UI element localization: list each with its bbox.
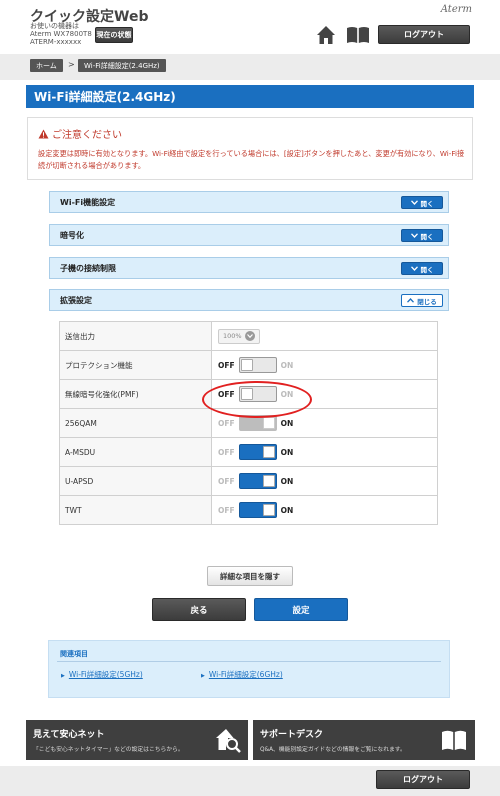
setting-label: TWT: [59, 495, 212, 525]
setting-label: U-APSD: [59, 466, 212, 496]
back-button[interactable]: 戻る: [152, 598, 246, 621]
setting-label: 256QAM: [59, 408, 212, 438]
open-button[interactable]: 開く: [401, 262, 443, 275]
uapsd-toggle[interactable]: OFF ON: [218, 473, 293, 489]
setting-label: プロテクション機能: [59, 350, 212, 380]
brand-logo: Aterm: [440, 4, 472, 15]
logout-button-top[interactable]: ログアウト: [378, 25, 470, 44]
caution-box: ご注意ください 設定変更は即時に有効となります。Wi-Fi経由で設定を行っている…: [27, 117, 473, 180]
breadcrumb-separator: >: [68, 60, 75, 69]
arrow-right-icon: ▶: [61, 673, 65, 679]
arrow-right-icon: ▶: [201, 673, 205, 679]
logout-button-bottom[interactable]: ログアウト: [376, 770, 470, 789]
banner-mieteanshin[interactable]: 見えて安心ネット 「こども安心ネットタイマー」などの設定はこちらから。: [26, 720, 248, 760]
warning-icon: [38, 129, 49, 138]
caution-text: 設定変更は即時に有効となります。Wi-Fi経由で設定を行っている場合には、[設定…: [38, 149, 465, 170]
home-icon[interactable]: [316, 25, 336, 45]
table-row: プロテクション機能 OFF ON: [59, 350, 438, 380]
extended-settings-table: 送信出力 100% プロテクション機能 OFF ON 無線暗号化強化(PMF) …: [59, 321, 438, 525]
protection-toggle[interactable]: OFF ON: [218, 357, 293, 373]
chevron-down-icon: [244, 331, 255, 341]
manual-book-icon[interactable]: [346, 26, 370, 44]
section-encryption[interactable]: 暗号化 開く: [49, 224, 449, 246]
toggle-switch[interactable]: [238, 473, 277, 489]
breadcrumb-home[interactable]: ホーム: [30, 59, 63, 72]
related-heading: 関連項目: [60, 650, 88, 658]
toggle-switch[interactable]: [238, 502, 277, 518]
chevron-down-icon: [410, 233, 418, 238]
book-icon: [442, 730, 466, 750]
breadcrumb-current: Wi-Fi詳細設定(2.4GHz): [78, 59, 166, 72]
amsdu-toggle[interactable]: OFF ON: [218, 444, 293, 460]
chevron-down-icon: [410, 200, 418, 205]
twt-toggle[interactable]: OFF ON: [218, 502, 293, 518]
current-status-button[interactable]: 現在の状態: [95, 27, 133, 43]
table-row: U-APSD OFF ON: [59, 466, 438, 496]
tx-power-select[interactable]: 100%: [218, 328, 260, 344]
section-label: 子機の接続制限: [60, 263, 116, 273]
chevron-down-icon: [410, 266, 418, 271]
section-label: 拡張設定: [60, 295, 92, 305]
banner-subtitle: 「こども安心ネットタイマー」などの設定はこちらから。: [33, 747, 184, 753]
toggle-switch[interactable]: [238, 357, 277, 373]
device-model: Aterm WX7800T8: [30, 30, 92, 38]
section-client-restriction[interactable]: 子機の接続制限 開く: [49, 257, 449, 279]
breadcrumb: ホーム > Wi-Fi詳細設定(2.4GHz): [0, 54, 500, 80]
link-wifi-6ghz[interactable]: ▶ Wi-Fi詳細設定(6GHz): [201, 669, 283, 680]
header: クイック設定Web お使いの機器は Aterm WX7800T8 ATERM-x…: [0, 0, 500, 54]
apply-button[interactable]: 設定: [254, 598, 348, 621]
section-wifi-function[interactable]: Wi-Fi機能設定 開く: [49, 191, 449, 213]
hide-details-button[interactable]: 詳細な項目を隠す: [207, 566, 293, 586]
section-extended[interactable]: 拡張設定 閉じる: [49, 289, 449, 311]
table-row: A-MSDU OFF ON: [59, 437, 438, 467]
device-id: ATERM-xxxxxx: [30, 38, 82, 46]
setting-label: 無線暗号化強化(PMF): [59, 379, 212, 409]
device-label: お使いの機器は: [30, 22, 79, 30]
page-title: Wi-Fi詳細設定(2.4GHz): [26, 85, 474, 108]
link-wifi-5ghz[interactable]: ▶ Wi-Fi詳細設定(5GHz): [61, 669, 143, 680]
highlight-ellipse: [202, 381, 312, 418]
caution-heading: ご注意ください: [52, 130, 122, 141]
table-row: TWT OFF ON: [59, 495, 438, 525]
banner-subtitle: Q&A、機能別設定ガイドなどの情報をご覧になれます。: [260, 747, 406, 753]
section-label: Wi-Fi機能設定: [60, 197, 116, 207]
open-button[interactable]: 開く: [401, 196, 443, 209]
house-search-icon: [216, 729, 241, 753]
close-button[interactable]: 閉じる: [401, 294, 443, 307]
setting-label: 送信出力: [59, 321, 212, 351]
open-button[interactable]: 開く: [401, 229, 443, 242]
banner-support-desk[interactable]: サポートデスク Q&A、機能別設定ガイドなどの情報をご覧になれます。: [253, 720, 475, 760]
section-label: 暗号化: [60, 230, 84, 240]
toggle-switch[interactable]: [238, 444, 277, 460]
related-items: 関連項目 ▶ Wi-Fi詳細設定(5GHz) ▶ Wi-Fi詳細設定(6GHz): [48, 640, 450, 698]
table-row: 送信出力 100%: [59, 321, 438, 351]
chevron-up-icon: [407, 298, 415, 303]
banner-title: サポートデスク: [260, 730, 324, 740]
setting-label: A-MSDU: [59, 437, 212, 467]
divider: [57, 661, 441, 662]
banner-title: 見えて安心ネット: [33, 730, 105, 740]
